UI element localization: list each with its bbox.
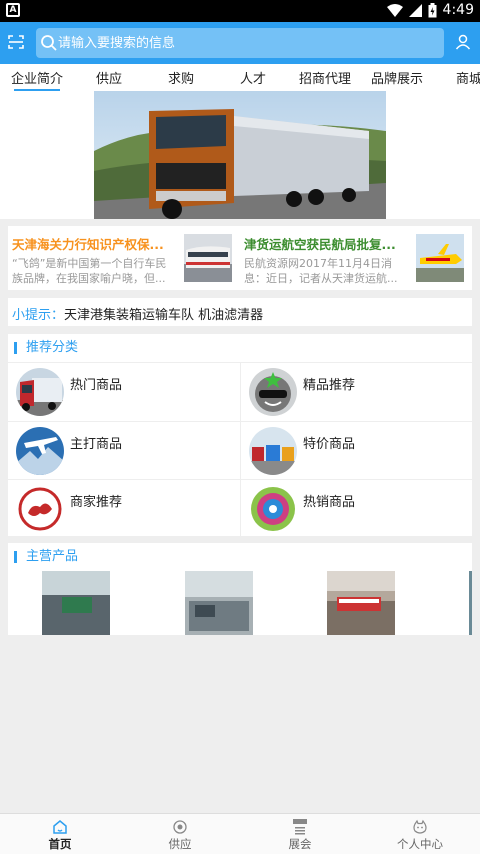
category-hot-items[interactable]: 热门商品: [8, 363, 240, 421]
status-bar: A 4:49: [0, 0, 480, 22]
category-best-sellers[interactable]: 热销商品: [240, 479, 472, 537]
nav-home[interactable]: 首页: [0, 814, 120, 854]
section-title: 主营产品: [8, 543, 472, 571]
signal-icon: [408, 3, 422, 17]
search-icon: [41, 35, 57, 51]
tab-talent[interactable]: 人才: [240, 68, 266, 87]
nav-supply[interactable]: 供应: [120, 814, 240, 854]
news-summary: 民航资源网2017年11月4日消息：近日，记者从天津货运航...: [244, 257, 398, 285]
category-label: 热销商品: [303, 495, 356, 510]
news-section: 天津海关力行知识产权保... “飞鸽”是新中国第一个自行车民族品牌，在我国家喻户…: [8, 226, 472, 290]
product-carousel: [8, 571, 472, 637]
product-thumbnail[interactable]: [42, 571, 110, 635]
star-face-icon: [249, 368, 297, 416]
banner-image[interactable]: [94, 91, 386, 219]
category-merchant-recommend[interactable]: 商家推荐: [8, 479, 240, 537]
user-icon[interactable]: [454, 33, 472, 51]
battery-icon: [428, 2, 437, 17]
news-title[interactable]: 津货运航空获民航局批复...: [244, 234, 404, 253]
category-tabs: 企业简介 供应 求购 人才 招商代理 品牌展示 商城: [0, 64, 480, 91]
category-grid: 热门商品 精品推荐 主打商品 特价商品 商家推荐 热销商品: [8, 362, 472, 537]
category-featured[interactable]: 精品推荐: [240, 363, 472, 421]
category-special-offer[interactable]: 特价商品: [240, 421, 472, 479]
nav-label: 供应: [168, 837, 192, 851]
main-products-section: 主营产品: [8, 543, 472, 635]
rings-icon: [249, 485, 297, 533]
status-icons: 4:49: [386, 2, 474, 18]
nav-label: 首页: [48, 837, 72, 851]
category-label: 特价商品: [303, 437, 356, 452]
tip-text: 天津港集装箱运输车队 机油滤清器: [64, 308, 264, 323]
product-thumbnail[interactable]: [469, 571, 472, 635]
news-item[interactable]: 天津海关力行知识产权保... “飞鸽”是新中国第一个自行车民族品牌，在我国家喻户…: [8, 226, 240, 290]
app-header: [0, 22, 480, 64]
trucks-icon: [249, 427, 297, 475]
category-label: 商家推荐: [70, 495, 123, 510]
plane-icon: [16, 427, 64, 475]
product-thumbnail[interactable]: [327, 571, 395, 635]
nav-profile[interactable]: 个人中心: [360, 814, 480, 854]
cloud-emblem-icon: [16, 485, 64, 533]
tab-company-profile[interactable]: 企业简介: [11, 68, 63, 91]
news-thumbnail[interactable]: [184, 234, 232, 282]
exhibition-icon: [293, 819, 307, 835]
home-icon: [53, 820, 67, 834]
tab-mall[interactable]: 商城: [456, 68, 480, 87]
wifi-icon: [386, 3, 403, 17]
section-title: 推荐分类: [8, 334, 472, 362]
nav-label: 展会: [288, 837, 312, 851]
app-notification-icon: A: [6, 3, 20, 17]
tip-banner[interactable]: 小提示：天津港集装箱运输车队 机油滤清器: [8, 298, 472, 326]
news-item[interactable]: 津货运航空获民航局批复... 民航资源网2017年11月4日消息：近日，记者从天…: [240, 226, 472, 290]
profile-icon: [413, 819, 427, 834]
product-thumbnail[interactable]: [185, 571, 253, 635]
tab-franchise[interactable]: 招商代理: [299, 68, 351, 87]
news-title[interactable]: 天津海关力行知识产权保...: [12, 234, 172, 253]
category-label: 精品推荐: [303, 378, 356, 393]
bottom-navigation: 首页 供应 展会 个人中心: [0, 813, 480, 854]
news-thumbnail[interactable]: [416, 234, 464, 282]
scan-icon[interactable]: [6, 32, 26, 52]
banner: [0, 91, 480, 219]
nav-label: 个人中心: [397, 837, 443, 851]
tab-brand-showcase[interactable]: 品牌展示: [371, 68, 423, 87]
nav-exhibition[interactable]: 展会: [240, 814, 360, 854]
category-main-items[interactable]: 主打商品: [8, 421, 240, 479]
tip-label: 小提示：: [12, 308, 65, 323]
tab-purchase[interactable]: 求购: [168, 68, 194, 87]
supply-icon: [173, 820, 187, 834]
news-summary: “飞鸽”是新中国第一个自行车民族品牌，在我国家喻户晓，但...: [12, 257, 167, 285]
truck-icon: [16, 368, 64, 416]
search-bar[interactable]: [36, 28, 444, 58]
search-input[interactable]: [58, 28, 438, 58]
clock: 4:49: [442, 2, 474, 18]
tab-supply[interactable]: 供应: [96, 68, 122, 87]
category-label: 主打商品: [70, 437, 123, 452]
category-label: 热门商品: [70, 378, 123, 393]
recommend-section: 推荐分类 热门商品 精品推荐 主打商品 特价商品 商家推荐 热销商品: [8, 334, 472, 537]
